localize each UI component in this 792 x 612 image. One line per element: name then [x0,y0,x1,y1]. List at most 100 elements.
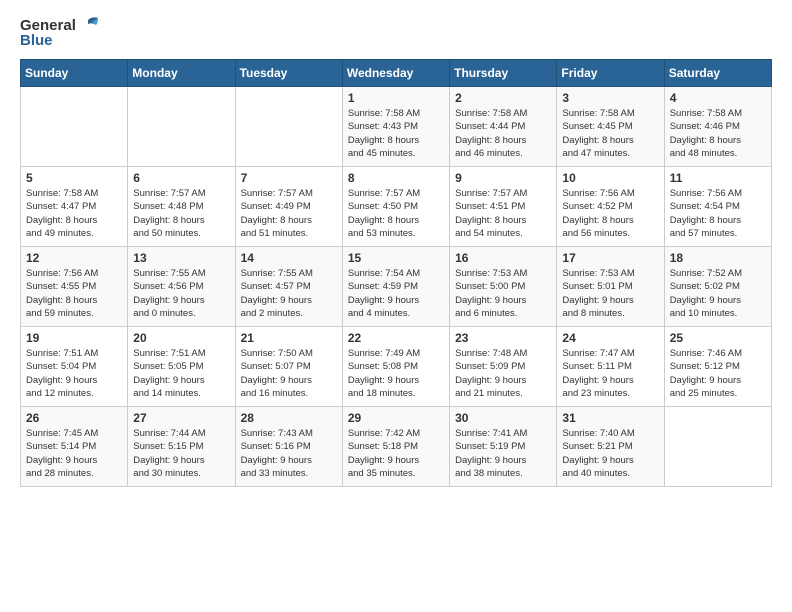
day-info: Sunrise: 7:46 AM Sunset: 5:12 PM Dayligh… [670,347,766,400]
day-info: Sunrise: 7:58 AM Sunset: 4:47 PM Dayligh… [26,187,122,240]
day-info: Sunrise: 7:45 AM Sunset: 5:14 PM Dayligh… [26,427,122,480]
day-cell-20: 20 Sunrise: 7:51 AM Sunset: 5:05 PM Dayli… [128,327,235,407]
day-cell-1: 1 Sunrise: 7:58 AM Sunset: 4:43 PM Daylig… [342,87,449,167]
day-info: Sunrise: 7:44 AM Sunset: 5:15 PM Dayligh… [133,427,229,480]
day-number: 17 [562,251,658,265]
day-number: 27 [133,411,229,425]
day-info: Sunrise: 7:52 AM Sunset: 5:02 PM Dayligh… [670,267,766,320]
header-row: SundayMondayTuesdayWednesdayThursdayFrid… [21,60,772,87]
day-info: Sunrise: 7:49 AM Sunset: 5:08 PM Dayligh… [348,347,444,400]
calendar-table: SundayMondayTuesdayWednesdayThursdayFrid… [20,59,772,487]
day-number: 30 [455,411,551,425]
day-cell-30: 30 Sunrise: 7:41 AM Sunset: 5:19 PM Dayli… [450,407,557,487]
col-header-monday: Monday [128,60,235,87]
day-info: Sunrise: 7:40 AM Sunset: 5:21 PM Dayligh… [562,427,658,480]
day-cell-11: 11 Sunrise: 7:56 AM Sunset: 4:54 PM Dayli… [664,167,771,247]
day-cell-28: 28Sunrise: 7:43 AM Sunset: 5:16 PM Dayli… [235,407,342,487]
day-number: 23 [455,331,551,345]
day-info: Sunrise: 7:56 AM Sunset: 4:54 PM Dayligh… [670,187,766,240]
day-number: 20 [133,331,229,345]
day-cell-22: 22 Sunrise: 7:49 AM Sunset: 5:08 PM Dayli… [342,327,449,407]
week-row-4: 19Sunrise: 7:51 AM Sunset: 5:04 PM Dayli… [21,327,772,407]
page: General Blue SundayMondayTuesdayWednesda… [0,0,792,503]
col-header-friday: Friday [557,60,664,87]
day-cell-15: 15 Sunrise: 7:54 AM Sunset: 4:59 PM Dayli… [342,247,449,327]
day-number: 9 [455,171,551,185]
day-cell-18: 18 Sunrise: 7:52 AM Sunset: 5:02 PM Dayli… [664,247,771,327]
day-info: Sunrise: 7:57 AM Sunset: 4:48 PM Dayligh… [133,187,229,240]
day-number: 22 [348,331,444,345]
day-cell-8: 8Sunrise: 7:57 AM Sunset: 4:50 PM Daylig… [342,167,449,247]
day-cell-14: 14 Sunrise: 7:55 AM Sunset: 4:57 PM Dayli… [235,247,342,327]
day-cell-10: 10 Sunrise: 7:56 AM Sunset: 4:52 PM Dayli… [557,167,664,247]
day-info: Sunrise: 7:57 AM Sunset: 4:50 PM Dayligh… [348,187,444,240]
day-info: Sunrise: 7:57 AM Sunset: 4:49 PM Dayligh… [241,187,337,240]
day-info: Sunrise: 7:55 AM Sunset: 4:57 PM Dayligh… [241,267,337,320]
day-number: 26 [26,411,122,425]
day-cell-2: 2 Sunrise: 7:58 AM Sunset: 4:44 PM Daylig… [450,87,557,167]
day-number: 2 [455,91,551,105]
col-header-tuesday: Tuesday [235,60,342,87]
day-number: 3 [562,91,658,105]
day-info: Sunrise: 7:58 AM Sunset: 4:45 PM Dayligh… [562,107,658,160]
day-cell-31: 31 Sunrise: 7:40 AM Sunset: 5:21 PM Dayli… [557,407,664,487]
day-number: 16 [455,251,551,265]
day-number: 18 [670,251,766,265]
day-cell-3: 3 Sunrise: 7:58 AM Sunset: 4:45 PM Daylig… [557,87,664,167]
day-info: Sunrise: 7:54 AM Sunset: 4:59 PM Dayligh… [348,267,444,320]
day-cell-13: 13 Sunrise: 7:55 AM Sunset: 4:56 PM Dayli… [128,247,235,327]
week-row-3: 12 Sunrise: 7:56 AM Sunset: 4:55 PM Dayli… [21,247,772,327]
col-header-sunday: Sunday [21,60,128,87]
day-number: 15 [348,251,444,265]
col-header-saturday: Saturday [664,60,771,87]
day-number: 1 [348,91,444,105]
day-info: Sunrise: 7:43 AM Sunset: 5:16 PM Dayligh… [241,427,337,480]
day-info: Sunrise: 7:50 AM Sunset: 5:07 PM Dayligh… [241,347,337,400]
day-number: 24 [562,331,658,345]
day-info: Sunrise: 7:41 AM Sunset: 5:19 PM Dayligh… [455,427,551,480]
day-number: 31 [562,411,658,425]
day-number: 7 [241,171,337,185]
day-number: 6 [133,171,229,185]
day-info: Sunrise: 7:51 AM Sunset: 5:05 PM Dayligh… [133,347,229,400]
day-cell-25: 25Sunrise: 7:46 AM Sunset: 5:12 PM Dayli… [664,327,771,407]
day-info: Sunrise: 7:47 AM Sunset: 5:11 PM Dayligh… [562,347,658,400]
day-cell-12: 12 Sunrise: 7:56 AM Sunset: 4:55 PM Dayli… [21,247,128,327]
day-number: 14 [241,251,337,265]
day-number: 12 [26,251,122,265]
day-info: Sunrise: 7:42 AM Sunset: 5:18 PM Dayligh… [348,427,444,480]
week-row-1: 1 Sunrise: 7:58 AM Sunset: 4:43 PM Daylig… [21,87,772,167]
day-info: Sunrise: 7:58 AM Sunset: 4:43 PM Dayligh… [348,107,444,160]
day-number: 29 [348,411,444,425]
day-cell-17: 17Sunrise: 7:53 AM Sunset: 5:01 PM Dayli… [557,247,664,327]
day-info: Sunrise: 7:56 AM Sunset: 4:52 PM Dayligh… [562,187,658,240]
day-info: Sunrise: 7:53 AM Sunset: 5:00 PM Dayligh… [455,267,551,320]
day-info: Sunrise: 7:58 AM Sunset: 4:46 PM Dayligh… [670,107,766,160]
col-header-wednesday: Wednesday [342,60,449,87]
day-number: 4 [670,91,766,105]
logo: General Blue [20,16,100,49]
empty-cell [235,87,342,167]
day-number: 13 [133,251,229,265]
day-number: 21 [241,331,337,345]
day-cell-16: 16 Sunrise: 7:53 AM Sunset: 5:00 PM Dayli… [450,247,557,327]
day-cell-6: 6 Sunrise: 7:57 AM Sunset: 4:48 PM Daylig… [128,167,235,247]
day-number: 10 [562,171,658,185]
day-cell-23: 23 Sunrise: 7:48 AM Sunset: 5:09 PM Dayli… [450,327,557,407]
logo-bird-icon [78,16,100,34]
day-info: Sunrise: 7:51 AM Sunset: 5:04 PM Dayligh… [26,347,122,400]
day-info: Sunrise: 7:58 AM Sunset: 4:44 PM Dayligh… [455,107,551,160]
logo-general-text: General [20,17,76,34]
logo-container: General Blue [20,16,100,49]
day-number: 11 [670,171,766,185]
week-row-5: 26 Sunrise: 7:45 AM Sunset: 5:14 PM Dayli… [21,407,772,487]
day-cell-21: 21 Sunrise: 7:50 AM Sunset: 5:07 PM Dayli… [235,327,342,407]
day-info: Sunrise: 7:55 AM Sunset: 4:56 PM Dayligh… [133,267,229,320]
col-header-thursday: Thursday [450,60,557,87]
day-cell-5: 5Sunrise: 7:58 AM Sunset: 4:47 PM Daylig… [21,167,128,247]
day-info: Sunrise: 7:56 AM Sunset: 4:55 PM Dayligh… [26,267,122,320]
day-cell-29: 29 Sunrise: 7:42 AM Sunset: 5:18 PM Dayli… [342,407,449,487]
week-row-2: 5Sunrise: 7:58 AM Sunset: 4:47 PM Daylig… [21,167,772,247]
header: General Blue [20,16,772,49]
day-info: Sunrise: 7:48 AM Sunset: 5:09 PM Dayligh… [455,347,551,400]
